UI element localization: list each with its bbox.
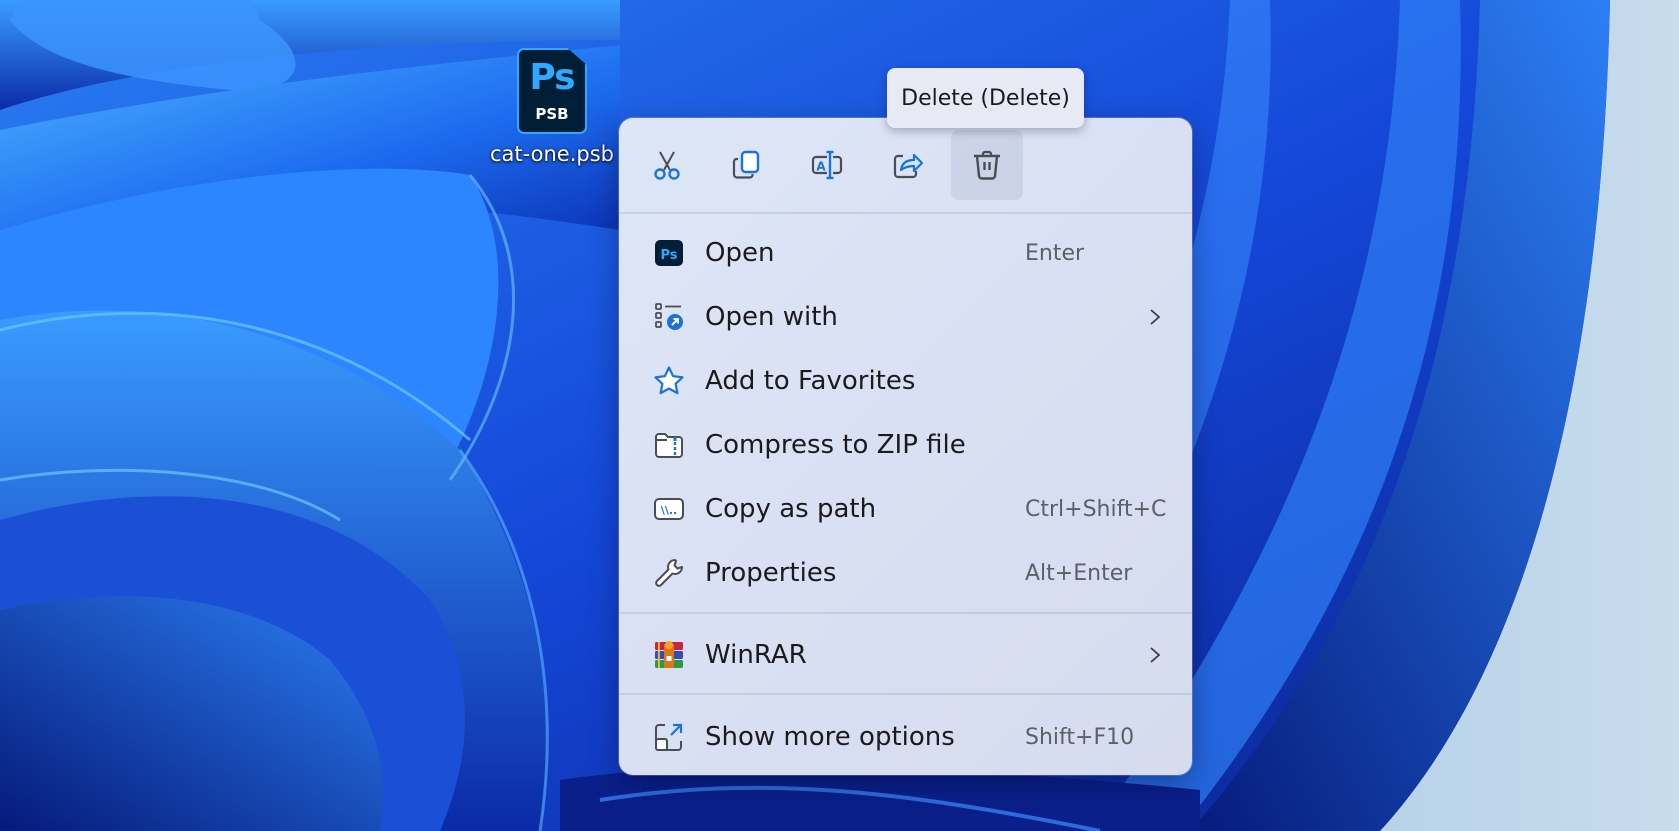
open-with-icon [653, 301, 685, 333]
scissors-icon [654, 151, 680, 180]
menu-item-label: Compress to ZIP file [705, 430, 966, 460]
desktop-file-cat-one[interactable]: Ps PSB cat-one.psb [486, 48, 618, 166]
menu-item-label: Open [705, 238, 775, 268]
delete-tooltip: Delete (Delete) [887, 68, 1084, 128]
menu-separator [619, 612, 1192, 614]
chevron-right-icon [1150, 309, 1161, 325]
menu-item-shortcut: Ctrl+Shift+C [1025, 496, 1167, 522]
desktop-file-label: cat-one.psb [490, 142, 614, 166]
menu-separator [619, 693, 1192, 695]
rename-button[interactable]: A [791, 130, 863, 200]
menu-separator [619, 212, 1192, 214]
menu-item-add-to-favorites[interactable]: Add to Favorites [625, 351, 1186, 411]
menu-item-shortcut: Shift+F10 [1025, 724, 1135, 750]
wrench-icon [653, 557, 685, 589]
ps-badge-text: Ps [529, 57, 575, 98]
svg-text:\\..: \\.. [661, 504, 677, 517]
menu-item-label: WinRAR [705, 640, 807, 670]
copy-path-icon: \\.. [653, 493, 685, 525]
menu-item-label: Add to Favorites [705, 366, 916, 396]
menu-item-properties[interactable]: Properties Alt+Enter [625, 543, 1186, 603]
share-icon [893, 153, 924, 179]
menu-item-shortcut: Enter [1025, 240, 1085, 266]
menu-item-copy-as-path[interactable]: \\.. Copy as path Ctrl+Shift+C [625, 479, 1186, 539]
chevron-right-icon [1150, 647, 1161, 663]
show-more-options-icon [653, 721, 685, 753]
menu-item-label: Open with [705, 302, 838, 332]
star-icon [653, 365, 685, 397]
context-menu-toolbar: A [619, 118, 1192, 213]
svg-text:A: A [816, 160, 826, 174]
file-extension-text: PSB [535, 105, 569, 123]
menu-item-show-more-options[interactable]: Show more options Shift+F10 [625, 707, 1186, 767]
zip-folder-icon [653, 429, 685, 461]
menu-item-label: Properties [705, 558, 837, 588]
share-button[interactable] [871, 130, 943, 200]
cut-button[interactable] [631, 130, 703, 200]
copy-button[interactable] [711, 130, 783, 200]
menu-item-open-with[interactable]: Open with [625, 287, 1186, 347]
photoshop-icon: Ps [653, 237, 685, 269]
copy-icon [732, 150, 760, 179]
menu-item-label: Show more options [705, 722, 955, 752]
menu-item-compress-to-zip[interactable]: Compress to ZIP file [625, 415, 1186, 475]
photoshop-psb-file-icon: Ps PSB [517, 48, 587, 134]
svg-text:Ps: Ps [660, 248, 677, 263]
winrar-icon [653, 639, 685, 671]
context-menu: A Ps Open Enter Open with Add to Favorit… [619, 118, 1192, 775]
menu-item-winrar[interactable]: WinRAR [625, 625, 1186, 685]
menu-item-label: Copy as path [705, 494, 877, 524]
rename-icon: A [811, 150, 843, 180]
menu-item-shortcut: Alt+Enter [1025, 560, 1133, 586]
delete-button[interactable] [951, 130, 1023, 200]
trash-icon [974, 150, 1000, 180]
menu-item-open[interactable]: Ps Open Enter [625, 223, 1186, 283]
